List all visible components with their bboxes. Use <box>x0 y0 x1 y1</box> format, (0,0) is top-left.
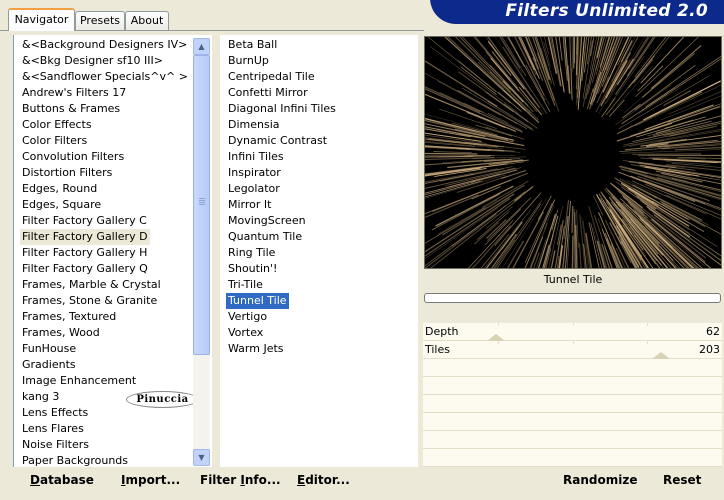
category-list-item[interactable]: &<Sandflower Specials^v^ > <box>20 69 190 85</box>
category-list-item[interactable]: Frames, Marble & Crystal <box>20 277 163 293</box>
reset-button[interactable]: Reset <box>663 473 701 487</box>
category-list-item[interactable]: Gradients <box>20 357 78 373</box>
database-button[interactable]: Database <box>30 473 94 487</box>
app-title: Filters Unlimited 2.0 <box>505 1 708 21</box>
param-row-empty <box>423 449 722 467</box>
watermark-logo: Pinuccia <box>126 391 199 408</box>
filter-list-item[interactable]: Quantum Tile <box>226 229 304 245</box>
database-label: atabase <box>39 473 94 487</box>
filter-list-item[interactable]: Tunnel Tile <box>226 293 289 309</box>
filter-list-item[interactable]: MovingScreen <box>226 213 308 229</box>
category-list-item[interactable]: FunHouse <box>20 341 78 357</box>
tab-navigator[interactable]: Navigator <box>8 8 75 31</box>
param-label-depth: Depth <box>425 325 459 338</box>
tab-presets[interactable]: Presets <box>75 11 125 30</box>
database-accel: D <box>30 473 40 487</box>
filter-list-item[interactable]: Warm Jets <box>226 341 286 357</box>
category-list-item[interactable]: Frames, Stone & Granite <box>20 293 159 309</box>
category-list-item[interactable]: Edges, Round <box>20 181 99 197</box>
filter-list: Beta Ball BurnUp Centripedal Tile Confetti … <box>220 35 418 467</box>
category-list-item[interactable]: Edges, Square <box>20 197 103 213</box>
category-list-item[interactable]: Filter Factory Gallery Q <box>20 261 150 277</box>
scroll-grip-icon <box>199 198 205 206</box>
category-list-item[interactable]: Andrew's Filters 17 <box>20 85 128 101</box>
filter-list-item[interactable]: Vertigo <box>226 309 269 325</box>
filter-list-item[interactable]: Diagonal Infini Tiles <box>226 101 338 117</box>
filter-info-button[interactable]: Filter Info... <box>200 473 281 487</box>
category-list-item[interactable]: Noise Filters <box>20 437 91 453</box>
filter-list-item[interactable]: Beta Ball <box>226 37 279 53</box>
scroll-up-arrow-icon[interactable]: ▲ <box>193 38 210 55</box>
filter-list-item[interactable]: Dynamic Contrast <box>226 133 329 149</box>
param-ticks <box>423 341 722 344</box>
filter-list-item[interactable]: Ring Tile <box>226 245 277 261</box>
import-button[interactable]: Import... <box>121 473 180 487</box>
scroll-down-arrow-icon[interactable]: ▼ <box>193 449 210 466</box>
category-list-item[interactable]: Lens Flares <box>20 421 86 437</box>
filter-list-item[interactable]: BurnUp <box>226 53 271 69</box>
category-list-item[interactable]: Frames, Wood <box>20 325 102 341</box>
progress-bar <box>424 293 721 303</box>
editor-accel: E <box>297 473 306 487</box>
param-value-tiles: 203 <box>699 343 720 356</box>
filter-info-prefix: Filter <box>200 473 241 487</box>
param-row-empty <box>423 431 722 449</box>
category-scrollbar[interactable]: ▲ ▼ <box>193 38 210 466</box>
category-list-item[interactable]: kang 3 <box>20 389 61 405</box>
filter-list-item[interactable]: Inspirator <box>226 165 283 181</box>
import-label: mport... <box>125 473 181 487</box>
param-ticks <box>423 323 722 326</box>
tunnel-tile-preview <box>425 37 721 268</box>
filter-list-item[interactable]: Shoutin'! <box>226 261 279 277</box>
category-list-item[interactable]: Distortion Filters <box>20 165 114 181</box>
category-list-item[interactable]: Color Filters <box>20 133 89 149</box>
right-button-bar: Randomize Reset <box>423 468 722 494</box>
filter-list-item[interactable]: Mirror It <box>226 197 273 213</box>
slider-thumb-depth[interactable] <box>487 334 505 341</box>
filter-list-item[interactable]: Infini Tiles <box>226 149 286 165</box>
category-list-item[interactable]: Lens Effects <box>20 405 90 421</box>
randomize-button[interactable]: Randomize <box>563 473 637 487</box>
preview-image[interactable] <box>424 36 722 269</box>
left-button-bar: Database Import... Filter Info... Editor… <box>13 468 418 494</box>
param-row-depth[interactable]: Depth 62 <box>423 323 722 341</box>
param-row-empty <box>423 377 722 395</box>
category-list-item[interactable]: Color Effects <box>20 117 94 133</box>
category-list-item[interactable]: Filter Factory Gallery C <box>20 213 149 229</box>
category-list: &<Background Designers IV> &<Bkg Designer… <box>13 35 212 467</box>
preview-filter-name: Tunnel Tile <box>424 271 722 289</box>
param-row-empty <box>423 413 722 431</box>
param-row-empty <box>423 359 722 377</box>
filter-list-item[interactable]: Legolator <box>226 181 282 197</box>
param-label-tiles: Tiles <box>425 343 450 356</box>
filter-list-item[interactable]: Confetti Mirror <box>226 85 310 101</box>
param-row-tiles[interactable]: Tiles 203 <box>423 341 722 359</box>
title-banner: Filters Unlimited 2.0 <box>430 0 724 24</box>
editor-label: ditor... <box>305 473 350 487</box>
filter-list-item[interactable]: Centripedal Tile <box>226 69 317 85</box>
category-list-item[interactable]: &<Background Designers IV> <box>20 37 189 53</box>
category-list-item[interactable]: Buttons & Frames <box>20 101 122 117</box>
scroll-thumb[interactable] <box>193 55 210 355</box>
filter-list-item[interactable]: Vortex <box>226 325 265 341</box>
category-list-item[interactable]: Filter Factory Gallery D <box>20 229 150 245</box>
param-value-depth: 62 <box>706 325 720 338</box>
slider-thumb-tiles[interactable] <box>652 352 670 359</box>
filter-list-item[interactable]: Dimensia <box>226 117 282 133</box>
category-list-item[interactable]: Convolution Filters <box>20 149 126 165</box>
editor-button[interactable]: Editor... <box>297 473 350 487</box>
category-list-item[interactable]: Frames, Textured <box>20 309 118 325</box>
category-list-item[interactable]: Filter Factory Gallery H <box>20 245 149 261</box>
filter-info-label: nfo... <box>244 473 281 487</box>
filter-list-item[interactable]: Tri-Tile <box>226 277 265 293</box>
param-row-empty <box>423 395 722 413</box>
category-list-item[interactable]: Image Enhancement <box>20 373 138 389</box>
parameter-panel: Depth 62 Tiles 203 <box>423 323 722 467</box>
category-list-item[interactable]: Paper Backgrounds <box>20 453 130 469</box>
tab-about[interactable]: About <box>125 11 169 30</box>
category-list-item[interactable]: &<Bkg Designer sf10 III> <box>20 53 165 69</box>
